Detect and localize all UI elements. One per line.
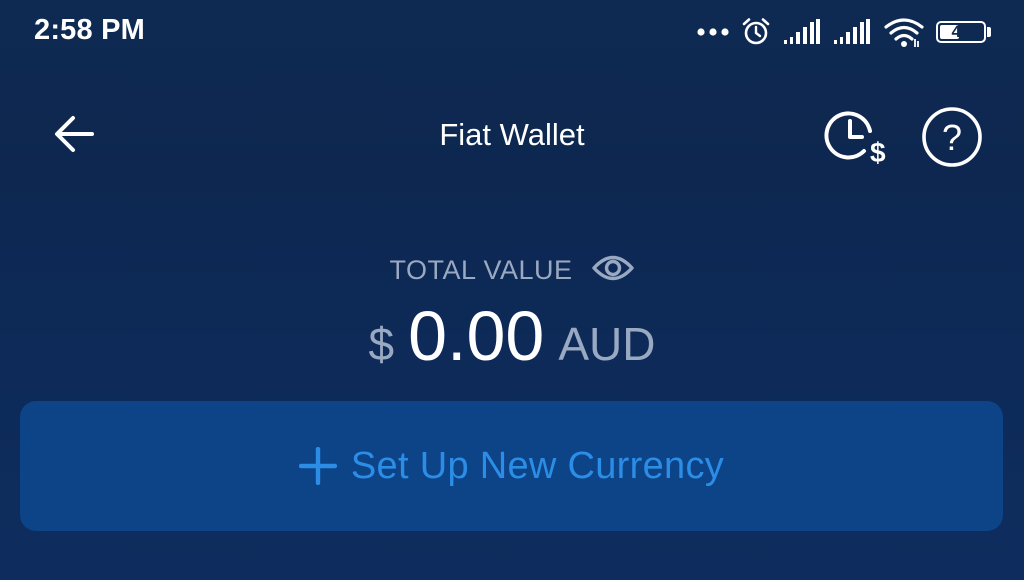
transaction-history-button[interactable]: $	[822, 106, 894, 172]
plus-icon	[298, 447, 337, 485]
signal-icon	[832, 18, 872, 46]
currency-symbol: $	[368, 318, 395, 370]
setup-new-currency-label: Set Up New Currency	[350, 444, 725, 487]
setup-new-currency-button[interactable]: Set Up New Currency	[20, 401, 1003, 531]
alarm-clock-icon	[740, 16, 772, 48]
wifi-icon	[882, 15, 926, 49]
status-icons: 42	[696, 12, 994, 52]
total-value-row: TOTAL VALUE	[0, 250, 1024, 290]
svg-text:?: ?	[942, 117, 962, 158]
visibility-toggle[interactable]	[591, 250, 635, 290]
svg-text:$: $	[870, 137, 886, 167]
battery-body: 42	[936, 21, 986, 43]
clock-dollar-icon: $	[824, 107, 892, 172]
status-bar: 2:58 PM 42	[0, 0, 1024, 66]
help-button[interactable]: ?	[918, 106, 986, 172]
status-time: 2:58 PM	[34, 14, 145, 46]
balance-row: $ 0.00 AUD	[0, 296, 1024, 376]
battery-level: 42	[951, 22, 971, 41]
eye-icon	[591, 253, 634, 288]
signal-icon	[782, 18, 822, 46]
battery-cap	[987, 27, 991, 37]
battery-icon: 42	[936, 19, 994, 45]
question-circle-icon: ?	[921, 106, 983, 173]
total-value-label: TOTAL VALUE	[389, 254, 573, 285]
currency-code: AUD	[558, 318, 656, 370]
balance-amount: 0.00	[408, 297, 545, 375]
more-dots-icon	[696, 27, 730, 37]
fiat-wallet-screen: 2:58 PM 42 Fiat Wallet $ ? TOTAL VALUE $…	[0, 0, 1024, 580]
